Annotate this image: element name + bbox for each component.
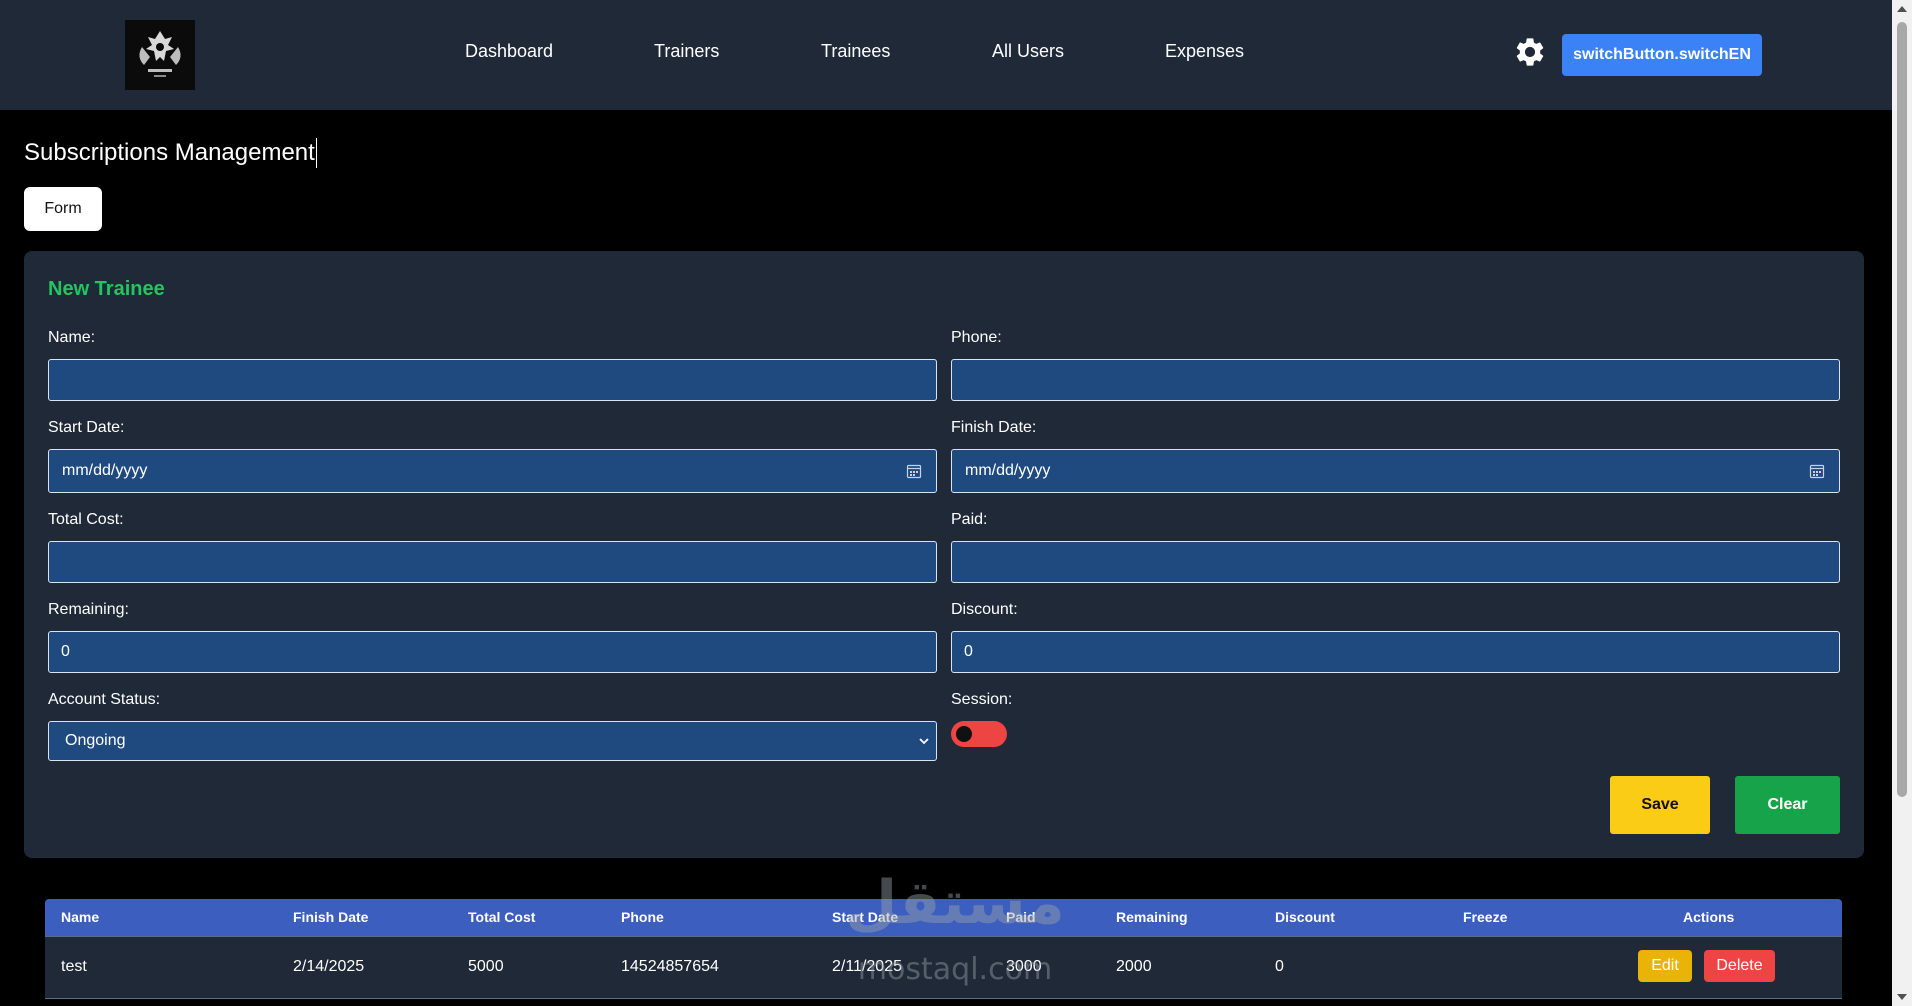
account-status-selected-value: Ongoing (65, 732, 126, 749)
name-label: Name: (48, 329, 96, 346)
account-status-label: Account Status: (48, 691, 161, 708)
paid-input[interactable] (951, 541, 1840, 583)
cell-start-date: 2/11/2025 (832, 958, 902, 975)
remaining-input[interactable] (48, 631, 937, 673)
page-scrollbar[interactable] (1892, 0, 1912, 1006)
session-toggle[interactable] (951, 721, 1007, 747)
name-input[interactable] (48, 359, 937, 401)
finish-date-placeholder: mm/dd/yyyy (965, 462, 1051, 479)
nav-link-expenses[interactable]: Expenses (1165, 41, 1244, 62)
nav-link-dashboard[interactable]: Dashboard (465, 41, 553, 62)
form-tab-button[interactable]: Form (24, 187, 102, 231)
calendar-icon[interactable] (1809, 463, 1825, 479)
nav-link-trainees[interactable]: Trainees (821, 41, 890, 62)
discount-input[interactable] (951, 631, 1840, 673)
page-title: Subscriptions Management (24, 138, 317, 168)
language-switch-button[interactable]: switchButton.switchEN (1562, 34, 1762, 76)
scroll-down-arrow-icon[interactable] (1897, 994, 1907, 1000)
subscriptions-table: Name Finish Date Total Cost Phone Start … (45, 899, 1842, 1006)
total-cost-label: Total Cost: (48, 511, 124, 528)
edit-button[interactable]: Edit (1638, 950, 1692, 982)
session-label: Session: (951, 691, 1013, 708)
new-trainee-form-card: New Trainee Name: Phone: Start Date: mm/… (24, 251, 1864, 858)
cell-phone: 14524857654 (621, 958, 719, 975)
scrollbar-thumb[interactable] (1897, 22, 1907, 797)
cell-paid: 3000 (1006, 958, 1042, 975)
column-header-actions: Actions (1683, 909, 1735, 925)
table-row: test 2/14/2025 5000 14524857654 2/11/202… (45, 936, 1842, 999)
session-toggle-knob (956, 726, 972, 742)
paid-label: Paid: (951, 511, 988, 528)
gym-crest-logo[interactable] (125, 20, 195, 90)
cell-discount: 0 (1275, 958, 1284, 975)
discount-label: Discount: (951, 601, 1018, 618)
row-divider (45, 998, 1842, 999)
table-header-row: Name Finish Date Total Cost Phone Start … (45, 899, 1842, 936)
form-title: New Trainee (48, 278, 165, 300)
column-header-start-date: Start Date (832, 909, 899, 925)
column-header-phone: Phone (621, 909, 664, 925)
column-header-name: Name (61, 909, 100, 925)
phone-label: Phone: (951, 329, 1002, 346)
delete-button[interactable]: Delete (1704, 950, 1775, 982)
total-cost-input[interactable] (48, 541, 937, 583)
start-date-input[interactable]: mm/dd/yyyy (48, 449, 937, 493)
nav-link-trainers[interactable]: Trainers (654, 41, 719, 62)
column-header-remaining: Remaining (1116, 909, 1188, 925)
calendar-icon[interactable] (906, 463, 922, 479)
cell-remaining: 2000 (1116, 958, 1152, 975)
gear-icon[interactable] (1513, 35, 1547, 69)
column-header-paid: Paid (1006, 909, 1036, 925)
remaining-label: Remaining: (48, 601, 129, 618)
cell-finish-date: 2/14/2025 (293, 958, 365, 975)
column-header-total-cost: Total Cost (468, 909, 536, 925)
save-button[interactable]: Save (1610, 776, 1710, 834)
start-date-placeholder: mm/dd/yyyy (62, 462, 148, 479)
phone-input[interactable] (951, 359, 1840, 401)
cell-total-cost: 5000 (468, 958, 504, 975)
column-header-freeze: Freeze (1463, 909, 1508, 925)
column-header-finish-date: Finish Date (293, 909, 369, 925)
column-header-discount: Discount (1275, 909, 1335, 925)
clear-button[interactable]: Clear (1735, 776, 1840, 834)
scroll-up-arrow-icon[interactable] (1897, 6, 1907, 12)
finish-date-input[interactable]: mm/dd/yyyy (951, 449, 1840, 493)
chevron-down-icon (919, 738, 929, 745)
finish-date-label: Finish Date: (951, 419, 1037, 436)
account-status-select[interactable]: Ongoing (48, 721, 937, 761)
nav-link-all-users[interactable]: All Users (992, 41, 1064, 62)
start-date-label: Start Date: (48, 419, 125, 436)
cell-name: test (61, 958, 87, 975)
crest-logo-icon (139, 31, 181, 77)
top-navbar: Dashboard Trainers Trainees All Users Ex… (0, 0, 1892, 110)
